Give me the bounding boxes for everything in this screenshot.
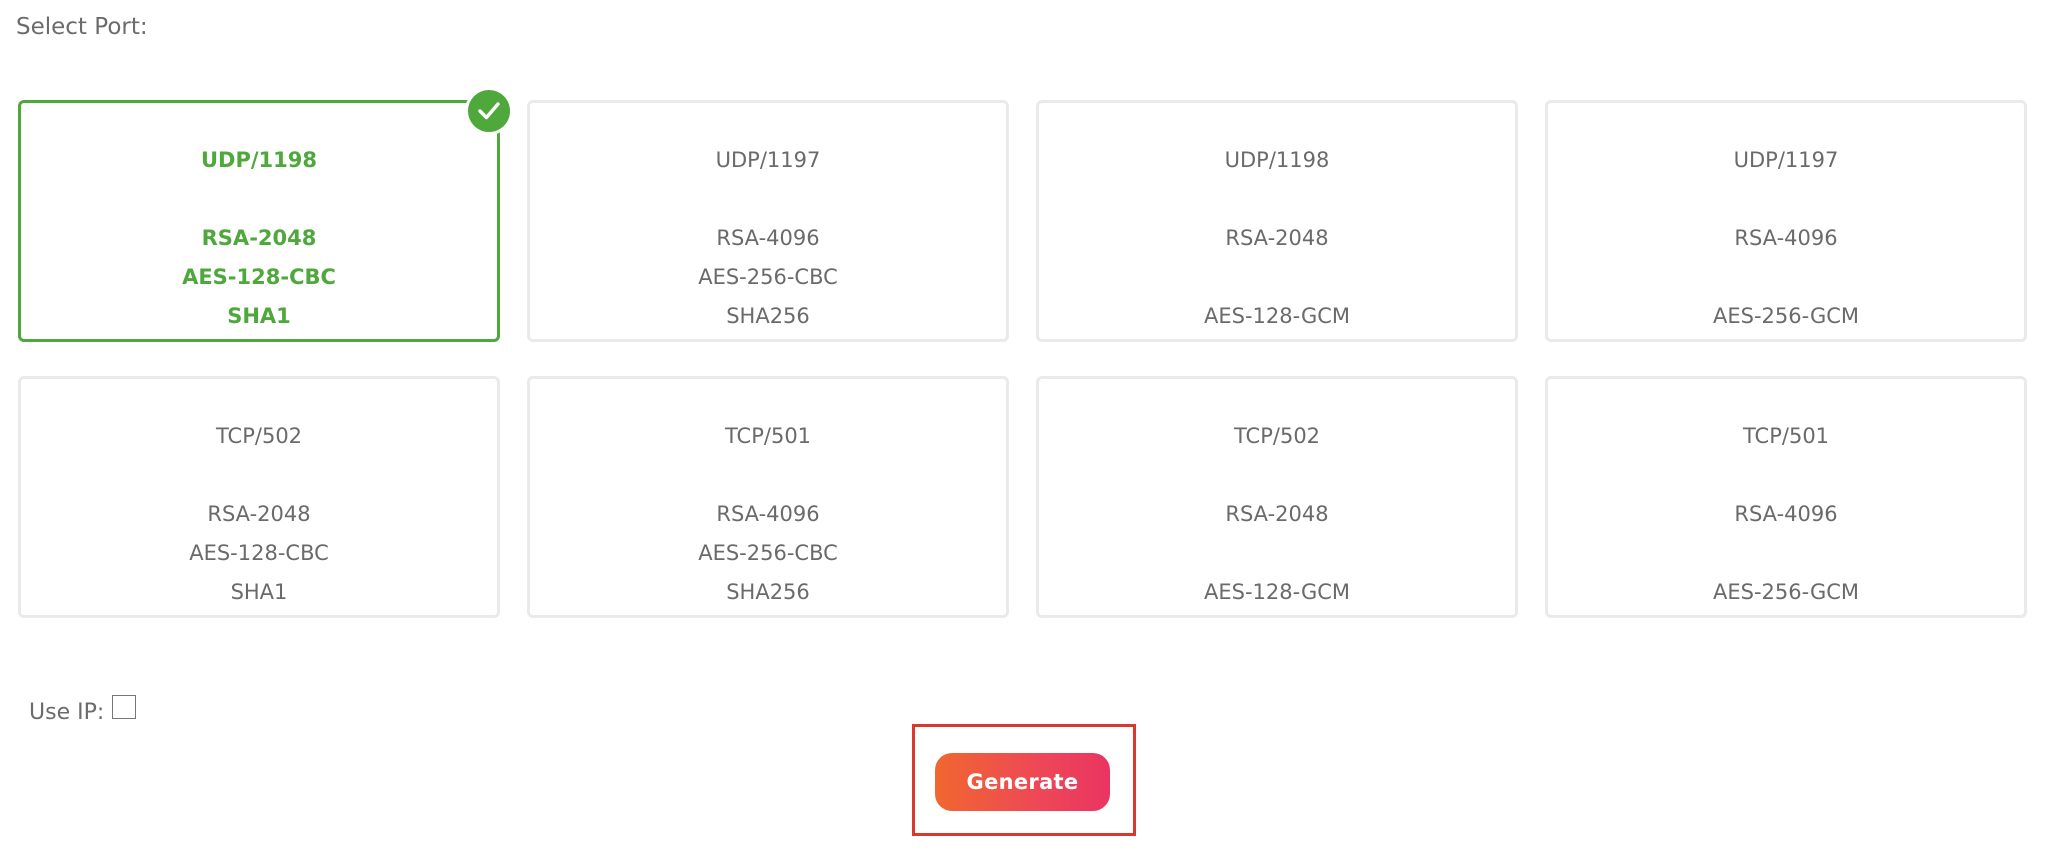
- port-protocol: TCP/501: [1742, 424, 1830, 448]
- port-auth: SHA1: [227, 304, 291, 328]
- port-key: RSA-2048: [207, 502, 311, 526]
- use-ip-option: Use IP:: [29, 694, 137, 725]
- port-cipher: AES-256-CBC: [698, 541, 838, 565]
- select-port-label: Select Port:: [16, 14, 148, 40]
- port-key: RSA-2048: [1225, 226, 1329, 250]
- port-key: RSA-4096: [1734, 502, 1838, 526]
- port-protocol: TCP/502: [1233, 424, 1321, 448]
- port-auth: SHA256: [726, 304, 810, 328]
- port-auth: AES-256-GCM: [1712, 580, 1860, 604]
- use-ip-label: Use IP:: [29, 700, 105, 725]
- port-key: RSA-4096: [716, 502, 820, 526]
- port-key: RSA-4096: [716, 226, 820, 250]
- port-key: RSA-4096: [1734, 226, 1838, 250]
- port-protocol: TCP/502: [215, 424, 303, 448]
- port-key: RSA-2048: [1225, 502, 1329, 526]
- port-auth: AES-256-GCM: [1712, 304, 1860, 328]
- port-auth: SHA256: [726, 580, 810, 604]
- port-option-udp-1198-rsa-2048-gcm[interactable]: UDP/1198 RSA-2048 AES-128-GCM: [1036, 100, 1518, 342]
- port-option-udp-1197-rsa-4096-gcm[interactable]: UDP/1197 RSA-4096 AES-256-GCM: [1545, 100, 2027, 342]
- port-cipher: AES-128-CBC: [189, 541, 329, 565]
- port-protocol: UDP/1198: [1224, 148, 1330, 172]
- port-protocol: TCP/501: [724, 424, 812, 448]
- port-option-tcp-501-rsa-4096-cbc[interactable]: TCP/501 RSA-4096 AES-256-CBC SHA256: [527, 376, 1009, 618]
- port-protocol: UDP/1198: [201, 148, 317, 172]
- port-cipher: AES-128-CBC: [182, 265, 336, 289]
- use-ip-checkbox[interactable]: [112, 694, 137, 719]
- port-option-tcp-502-rsa-2048-cbc[interactable]: TCP/502 RSA-2048 AES-128-CBC SHA1: [18, 376, 500, 618]
- check-icon: [465, 87, 513, 135]
- port-option-tcp-501-rsa-4096-gcm[interactable]: TCP/501 RSA-4096 AES-256-GCM: [1545, 376, 2027, 618]
- port-option-udp-1198-rsa-2048-cbc[interactable]: UDP/1198 RSA-2048 AES-128-CBC SHA1: [18, 87, 513, 342]
- port-key: RSA-2048: [201, 226, 317, 250]
- port-auth: SHA1: [230, 580, 288, 604]
- port-protocol: UDP/1197: [715, 148, 821, 172]
- port-option-udp-1197-rsa-4096-cbc[interactable]: UDP/1197 RSA-4096 AES-256-CBC SHA256: [527, 100, 1009, 342]
- port-grid: UDP/1198 RSA-2048 AES-128-CBC SHA1 UDP/1…: [18, 87, 2030, 618]
- port-option-tcp-502-rsa-2048-gcm[interactable]: TCP/502 RSA-2048 AES-128-GCM: [1036, 376, 1518, 618]
- generate-button[interactable]: Generate: [935, 753, 1110, 811]
- port-auth: AES-128-GCM: [1203, 580, 1351, 604]
- port-cipher: AES-256-CBC: [698, 265, 838, 289]
- port-auth: AES-128-GCM: [1203, 304, 1351, 328]
- port-protocol: UDP/1197: [1733, 148, 1839, 172]
